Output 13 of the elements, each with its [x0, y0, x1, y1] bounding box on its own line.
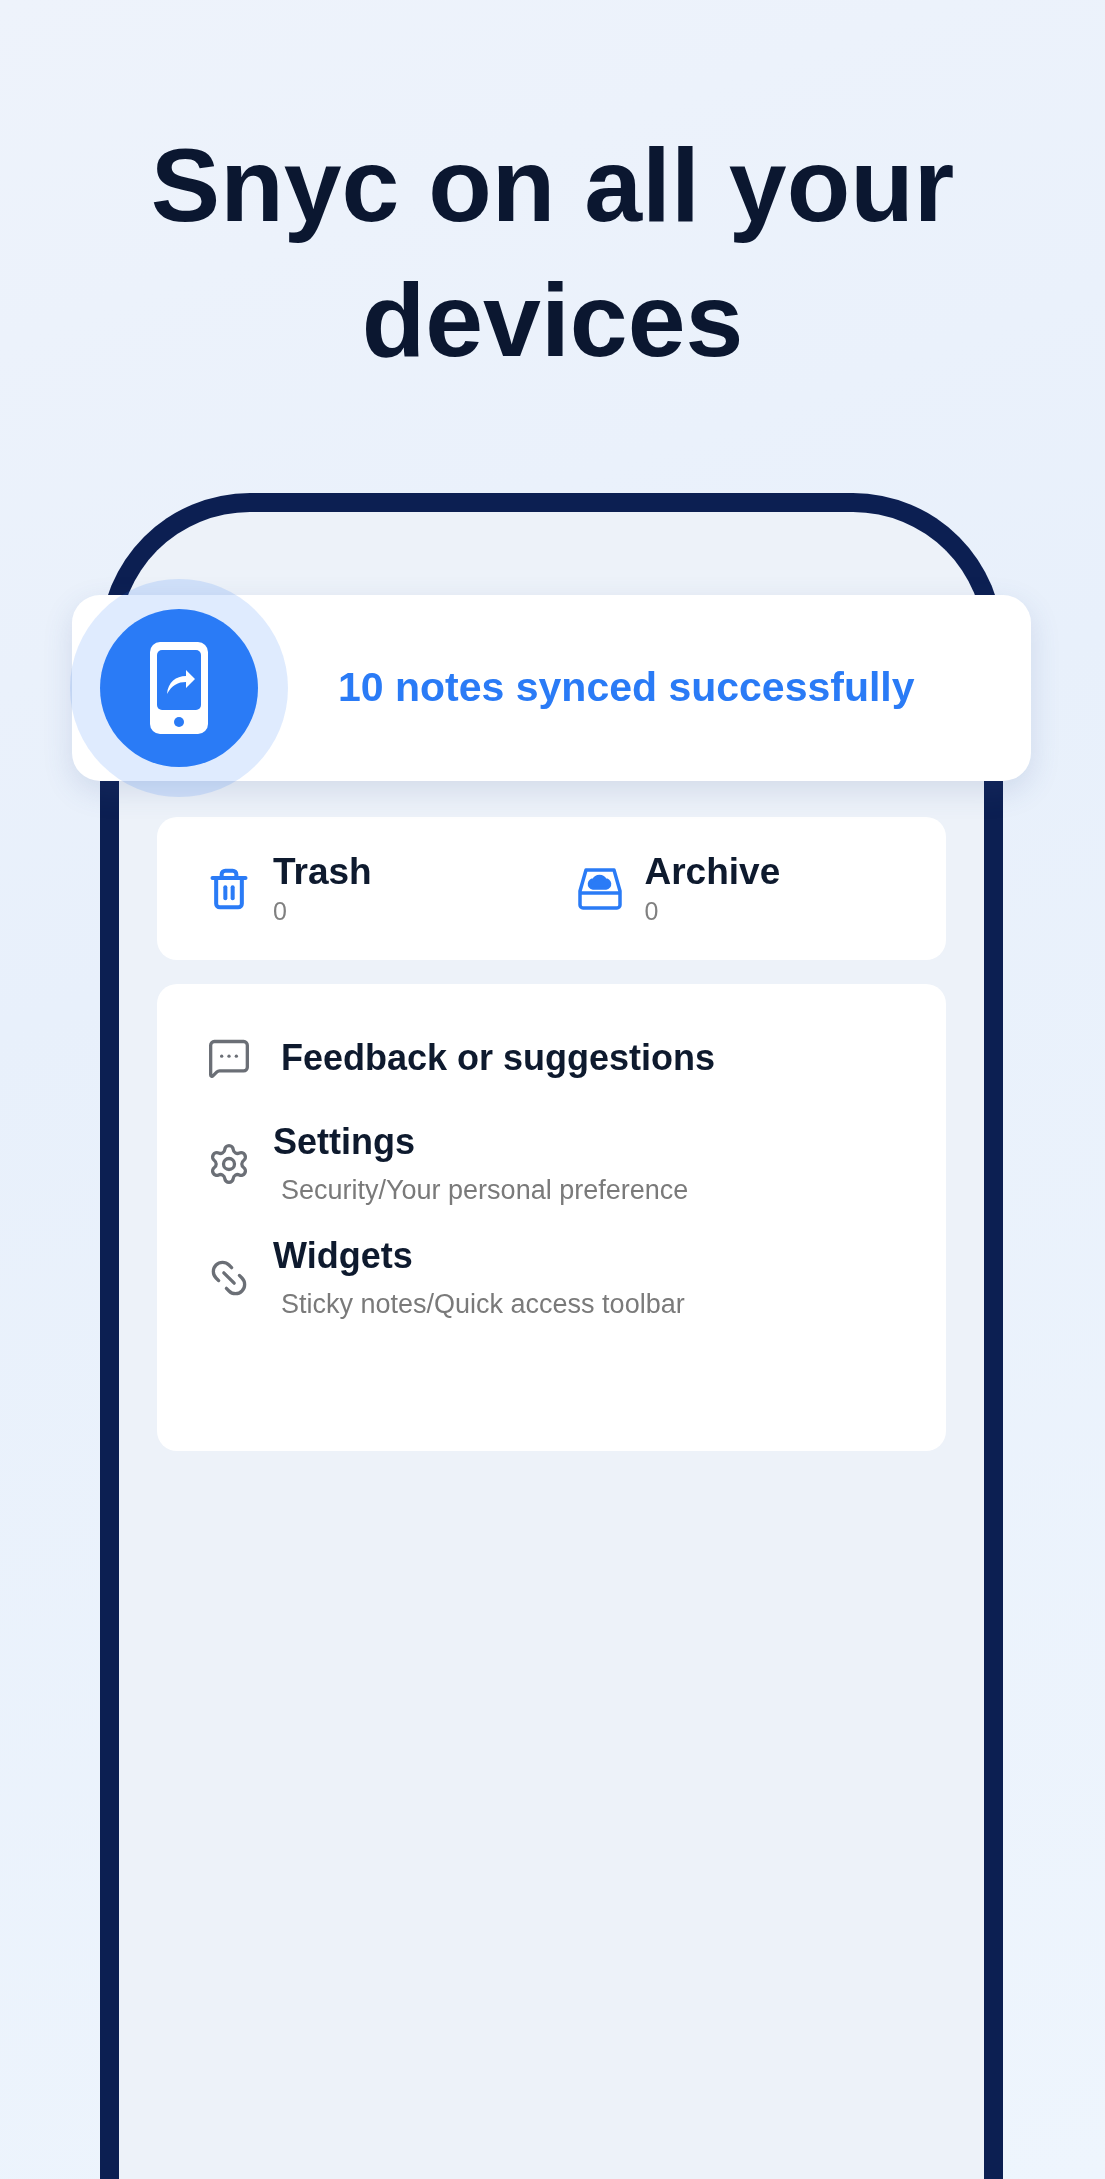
menu-item-subtitle: Security/Your personal preference: [281, 1174, 689, 1207]
headline: Snyc on all your devices: [149, 126, 956, 380]
shortcut-count: 0: [273, 895, 288, 927]
menu-item-title[interactable]: Settings: [273, 1120, 689, 1164]
menu-item-title[interactable]: Widgets: [273, 1234, 685, 1278]
menu-item-title[interactable]: Feedback or suggestions: [281, 1022, 716, 1094]
cloud-box-icon: [576, 866, 623, 911]
shortcut-label[interactable]: Archive: [644, 849, 781, 894]
menu-item-subtitle: Sticky notes/Quick access toolbar: [281, 1288, 685, 1321]
sync-message: 10 notes synced successfully: [338, 663, 915, 713]
phone-share-icon: [148, 640, 210, 736]
shortcut-label[interactable]: Trash: [273, 849, 372, 894]
shortcut-count: 0: [644, 895, 660, 927]
